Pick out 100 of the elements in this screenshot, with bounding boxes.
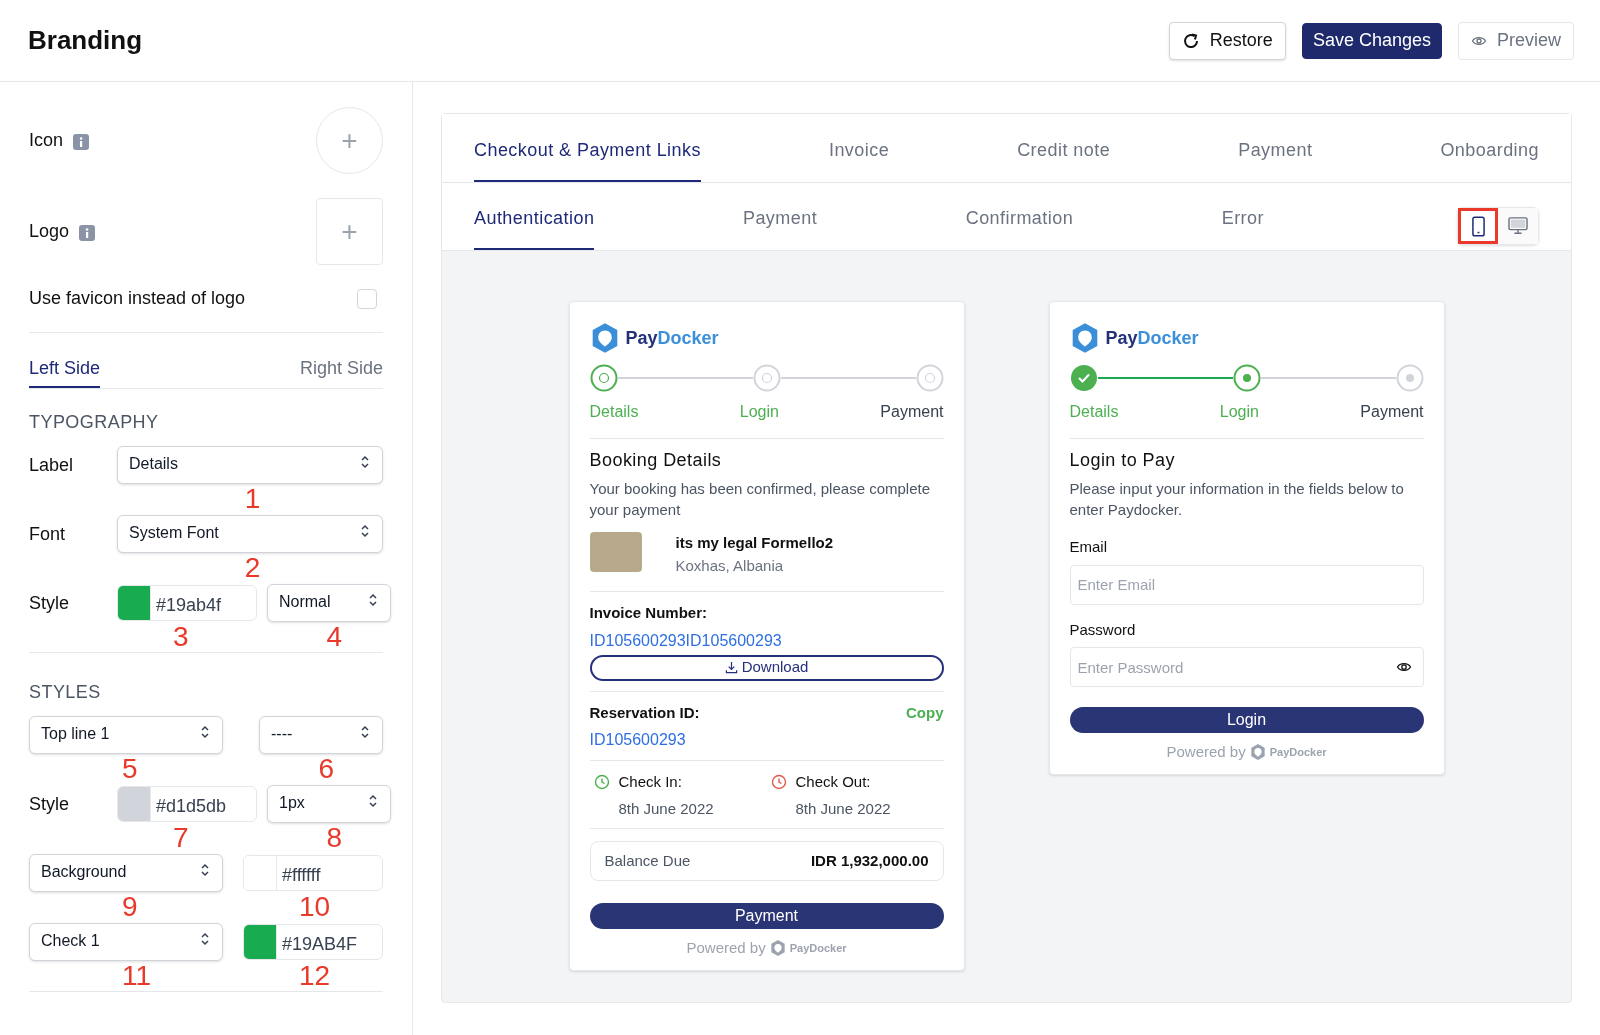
color-field[interactable]: #19AB4F (243, 924, 383, 960)
annotation-number: 2 (244, 554, 261, 582)
row-label: Font (29, 522, 67, 546)
brand-mark-icon (769, 939, 786, 958)
reservation-label: Reservation ID: (589, 702, 700, 723)
color-field[interactable]: #ffffff (243, 855, 383, 891)
chevron-updown-icon (200, 931, 210, 947)
annotation-number: 4 (326, 623, 343, 651)
side-tab[interactable]: Left Side (29, 355, 101, 388)
upload-label: Icon (29, 129, 64, 152)
device-toggle[interactable] (1498, 208, 1538, 244)
check-date: 8th June 2022 (795, 798, 891, 819)
color-field[interactable]: #d1d5db (117, 786, 257, 822)
annotation-number: 9 (122, 893, 138, 921)
clock-icon (770, 774, 787, 790)
powered-by-text: Powered by (1166, 742, 1246, 762)
email-field[interactable]: Enter Email (1069, 564, 1424, 605)
side-tab[interactable]: Right Side (299, 355, 383, 388)
upload-label: Logo (29, 220, 70, 243)
annotation-number: 5 (122, 755, 138, 783)
save-button[interactable]: Save Changes (1301, 22, 1442, 59)
annotation-number: 7 (173, 824, 189, 852)
step-label: Login (739, 402, 779, 422)
page-title: Branding (28, 24, 143, 57)
subtab[interactable]: Confirmation (965, 205, 1074, 250)
field-label: Password (1069, 619, 1137, 640)
select-field[interactable]: Check 1 (29, 923, 223, 961)
preview-button[interactable]: Preview (1457, 21, 1574, 60)
field-label: Email (1069, 537, 1108, 557)
info-icon (79, 224, 96, 241)
annotation-number: 10 (299, 893, 331, 921)
subtab[interactable]: Payment (742, 205, 818, 250)
row-label: Label (29, 453, 75, 477)
card-heading: Login to Pay (1069, 449, 1176, 472)
check-label: Check Out: (795, 772, 872, 792)
subtab[interactable]: Authentication (474, 205, 595, 250)
row-label: Style (29, 591, 71, 615)
chevron-updown-icon (360, 724, 370, 740)
password-field[interactable]: Enter Password (1069, 647, 1424, 687)
chevron-updown-icon (360, 523, 370, 539)
download-button[interactable]: Download (589, 654, 944, 681)
row-label: Style (29, 792, 71, 816)
step-circle-icon (589, 364, 618, 392)
step-label: Details (589, 402, 639, 422)
annotation-number: 8 (326, 824, 343, 852)
preview-tab[interactable]: Payment (1238, 137, 1313, 182)
section-heading: TYPOGRAPHY (29, 411, 160, 434)
select-field[interactable]: ---- (259, 716, 383, 754)
preview-tab[interactable]: Invoice (828, 137, 890, 182)
brand-mark-icon (1249, 743, 1266, 762)
annotation-number: 6 (318, 755, 335, 783)
annotation-number: 12 (299, 962, 331, 990)
annotation-number: 1 (244, 485, 261, 513)
photo-placeholder (589, 532, 642, 572)
card-description: Your booking has been confirmed, please complete your payment (589, 479, 931, 520)
payment-button[interactable]: Payment (589, 903, 944, 929)
invoice-number-link[interactable]: ID105600293ID105600293 (589, 628, 944, 653)
balance-label: Balance Due (604, 850, 691, 871)
device-toggle[interactable] (1458, 208, 1498, 244)
refresh-icon (1181, 31, 1200, 50)
preview-tab[interactable]: Credit note (1017, 137, 1111, 182)
chevron-updown-icon (368, 793, 378, 809)
card-heading: Booking Details (589, 449, 723, 472)
check-date: 8th June 2022 (618, 798, 714, 819)
info-icon (73, 133, 90, 150)
brand-name: PayDocker (625, 326, 719, 350)
favicon-checkbox[interactable] (357, 288, 377, 309)
check-circle-icon (1069, 364, 1098, 392)
chevron-updown-icon (200, 862, 210, 878)
step-label: Login (1219, 402, 1259, 422)
property-location: Koxhas, Albania (675, 555, 785, 576)
step-label: Payment (1360, 402, 1424, 422)
balance-amount: IDR 1,932,000.00 (810, 850, 929, 871)
monitor-icon (1508, 217, 1528, 235)
select-field[interactable]: System Font (117, 515, 383, 553)
step-label: Details (1069, 402, 1119, 422)
select-field[interactable]: Background (29, 854, 223, 892)
login-button[interactable]: Login (1069, 707, 1424, 733)
select-field[interactable]: Details (117, 446, 383, 484)
check-label: Check In: (618, 772, 683, 792)
select-field[interactable]: 1px (267, 785, 391, 823)
invoice-label: Invoice Number: (589, 603, 709, 623)
brand-name: PayDocker (1105, 326, 1199, 350)
brand-name: PayDocker (789, 941, 847, 956)
preview-tab[interactable]: Onboarding (1440, 137, 1539, 182)
select-field[interactable]: Top line 1 (29, 716, 223, 754)
step-label: Payment (880, 402, 944, 422)
reservation-id: ID105600293 (589, 730, 687, 750)
phone-icon (1471, 215, 1485, 237)
chevron-updown-icon (200, 724, 210, 740)
property-name: its my legal Formello2 (675, 533, 834, 553)
restore-button[interactable]: Restore (1168, 21, 1286, 60)
subtab[interactable]: Error (1221, 205, 1264, 250)
download-icon (724, 661, 738, 674)
brand-name: PayDocker (1269, 745, 1327, 760)
favicon-label: Use favicon instead of logo (29, 287, 246, 310)
select-field[interactable]: Normal (267, 584, 391, 622)
step-circle-icon (1232, 364, 1261, 392)
chevron-updown-icon (368, 592, 378, 608)
color-field[interactable]: #19ab4f (117, 585, 257, 621)
